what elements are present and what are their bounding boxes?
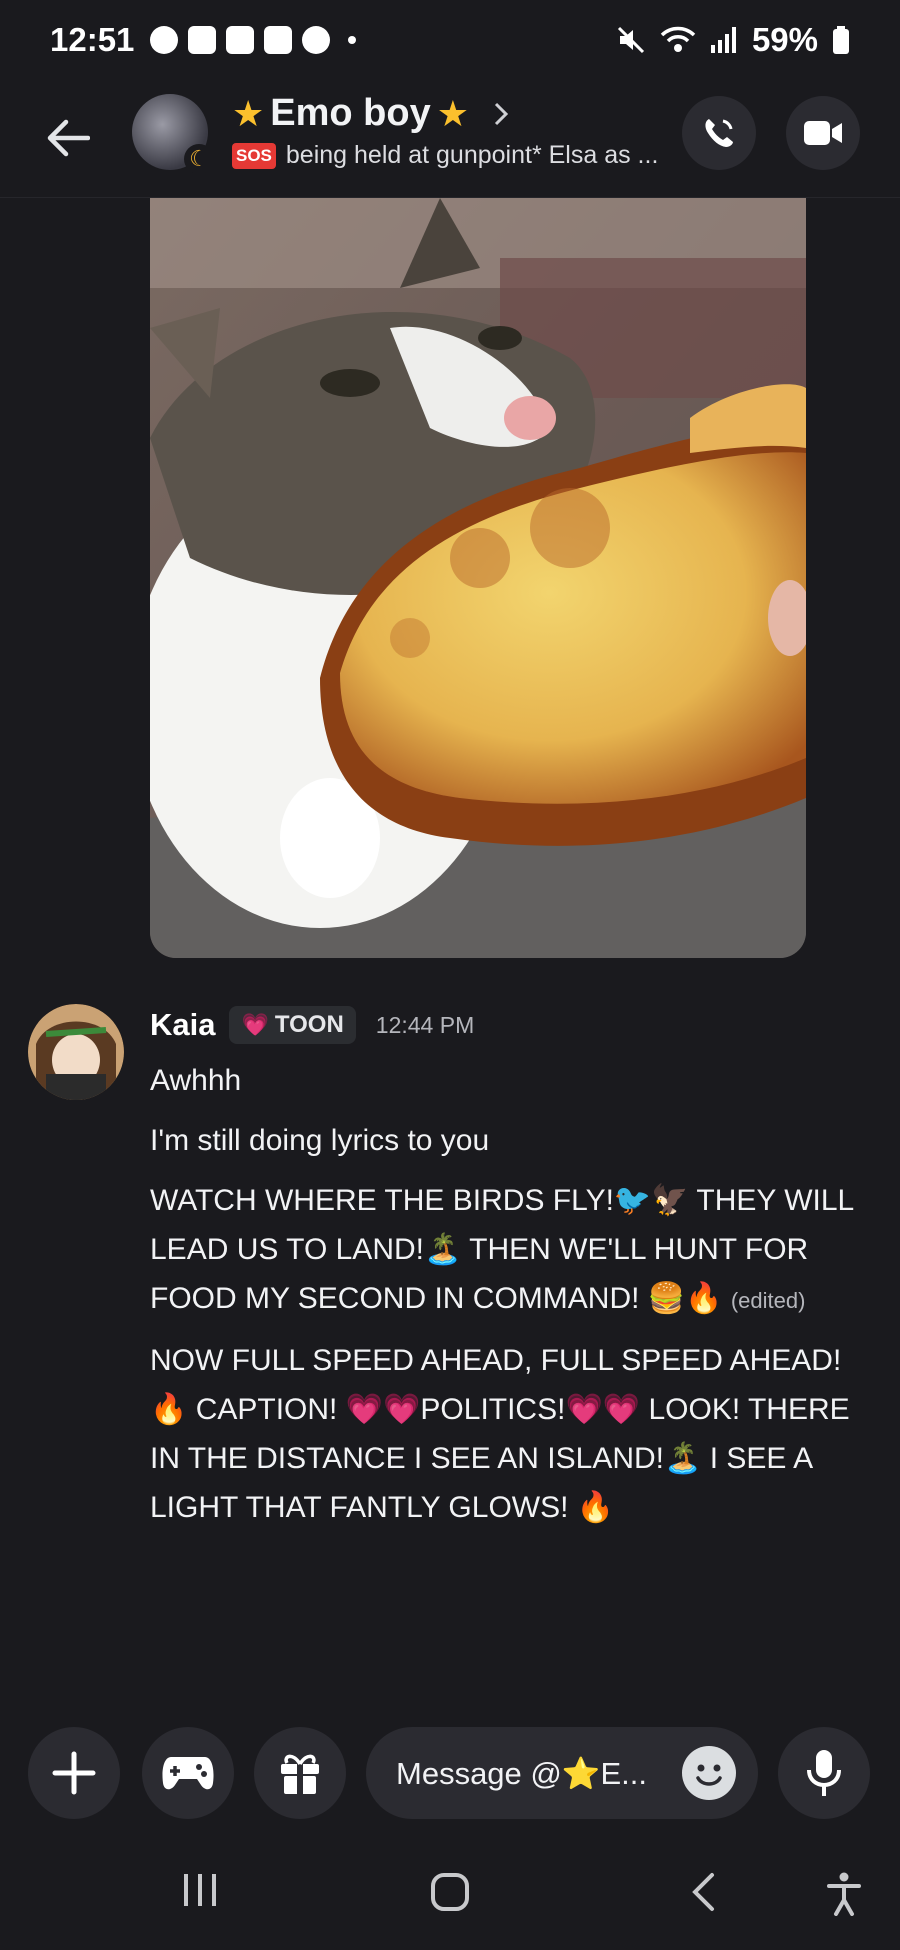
dm-avatar[interactable]: ☾ bbox=[132, 94, 214, 174]
server-tag-label: TOON bbox=[274, 1011, 344, 1038]
message-line: Awhhh bbox=[150, 1064, 242, 1097]
back-chevron-icon bbox=[692, 1873, 714, 1911]
back-nav-button[interactable] bbox=[690, 1872, 716, 1912]
message-timestamp: 12:44 PM bbox=[375, 1011, 475, 1038]
arrow-left-icon bbox=[47, 119, 90, 157]
compose-bar: Message @⭐E... bbox=[0, 1720, 900, 1820]
recent-apps-button[interactable] bbox=[180, 1872, 220, 1908]
home-icon bbox=[431, 1873, 469, 1911]
gift-nitro-button[interactable] bbox=[254, 1727, 346, 1819]
message-header: Kaia 💗 TOON 12:44 PM bbox=[150, 1006, 474, 1044]
status-bar: 12:51 59% bbox=[0, 0, 900, 80]
microphone-icon bbox=[807, 1750, 841, 1796]
cat-toast-photo bbox=[150, 198, 806, 958]
discord-icon bbox=[188, 26, 217, 54]
kaia-avatar[interactable] bbox=[28, 1004, 124, 1100]
chevron-right-icon bbox=[494, 102, 509, 125]
plus-icon bbox=[52, 1751, 96, 1795]
mute-icon bbox=[617, 26, 644, 54]
edited-label: (edited) bbox=[730, 1288, 806, 1313]
notification-icons bbox=[150, 26, 357, 54]
server-tag-badge[interactable]: 💗 TOON bbox=[229, 1006, 356, 1044]
discord-icon bbox=[226, 26, 255, 54]
battery-icon bbox=[833, 26, 849, 54]
phone-icon bbox=[705, 119, 733, 147]
video-call-button[interactable] bbox=[786, 96, 860, 170]
message-verse-2: NOW FULL SPEED AHEAD, FULL SPEED AHEAD!🔥… bbox=[150, 1344, 850, 1524]
discord-icon bbox=[264, 26, 293, 54]
battery-percent: 59% bbox=[751, 21, 818, 58]
star-icon: ★ bbox=[436, 92, 470, 134]
chat-header: ☾ ★ Emo boy ★ SOS being held at gunpoint… bbox=[0, 82, 900, 198]
dm-title: Emo boy bbox=[270, 92, 431, 134]
wifi-icon bbox=[660, 26, 696, 52]
gift-icon bbox=[281, 1754, 319, 1794]
custom-status: being held at gunpoint* Elsa as ... bbox=[285, 141, 659, 169]
video-camera-icon bbox=[804, 121, 842, 145]
dm-title-block[interactable]: ★ Emo boy ★ SOS being held at gunpoint* … bbox=[232, 92, 658, 170]
home-button[interactable] bbox=[430, 1872, 470, 1912]
sos-badge: SOS bbox=[232, 142, 276, 169]
message-input-placeholder: Message @⭐E... bbox=[396, 1755, 647, 1791]
pink-heart-icon: 💗 bbox=[241, 1012, 269, 1037]
voice-message-button[interactable] bbox=[778, 1727, 870, 1819]
system-nav-bar bbox=[0, 1852, 900, 1932]
chat-bubble-icon bbox=[302, 26, 331, 54]
message-content: Awhhh I'm still doing lyrics to you WATC… bbox=[150, 1056, 860, 1543]
more-notifications-dot-icon bbox=[348, 36, 357, 44]
kaia-avatar-art bbox=[28, 1004, 124, 1100]
idle-status-moon-icon: ☾ bbox=[184, 144, 214, 174]
status-time: 12:51 bbox=[50, 21, 135, 58]
image-attachment-cat-eating-toast[interactable] bbox=[150, 198, 806, 958]
message-verse-1: WATCH WHERE THE BIRDS FLY!🐦🦅 THEY WILL L… bbox=[150, 1176, 860, 1325]
smiley-icon bbox=[683, 1747, 735, 1799]
voice-call-button[interactable] bbox=[682, 96, 756, 170]
accessibility-button[interactable] bbox=[826, 1872, 862, 1916]
back-button[interactable] bbox=[38, 108, 98, 168]
gamepad-icon bbox=[162, 1757, 214, 1790]
recents-icon bbox=[184, 1874, 216, 1906]
add-attachment-button[interactable] bbox=[28, 1727, 120, 1819]
message-input[interactable]: Message @⭐E... bbox=[366, 1727, 758, 1819]
signal-icon bbox=[710, 27, 736, 53]
activities-button[interactable] bbox=[142, 1727, 234, 1819]
star-icon: ★ bbox=[232, 92, 265, 134]
emoji-picker-button[interactable] bbox=[682, 1746, 736, 1800]
message-line: I'm still doing lyrics to you bbox=[150, 1124, 490, 1157]
accessibility-icon bbox=[827, 1872, 861, 1916]
message-author[interactable]: Kaia bbox=[150, 1007, 215, 1043]
dnd-icon bbox=[150, 26, 179, 54]
